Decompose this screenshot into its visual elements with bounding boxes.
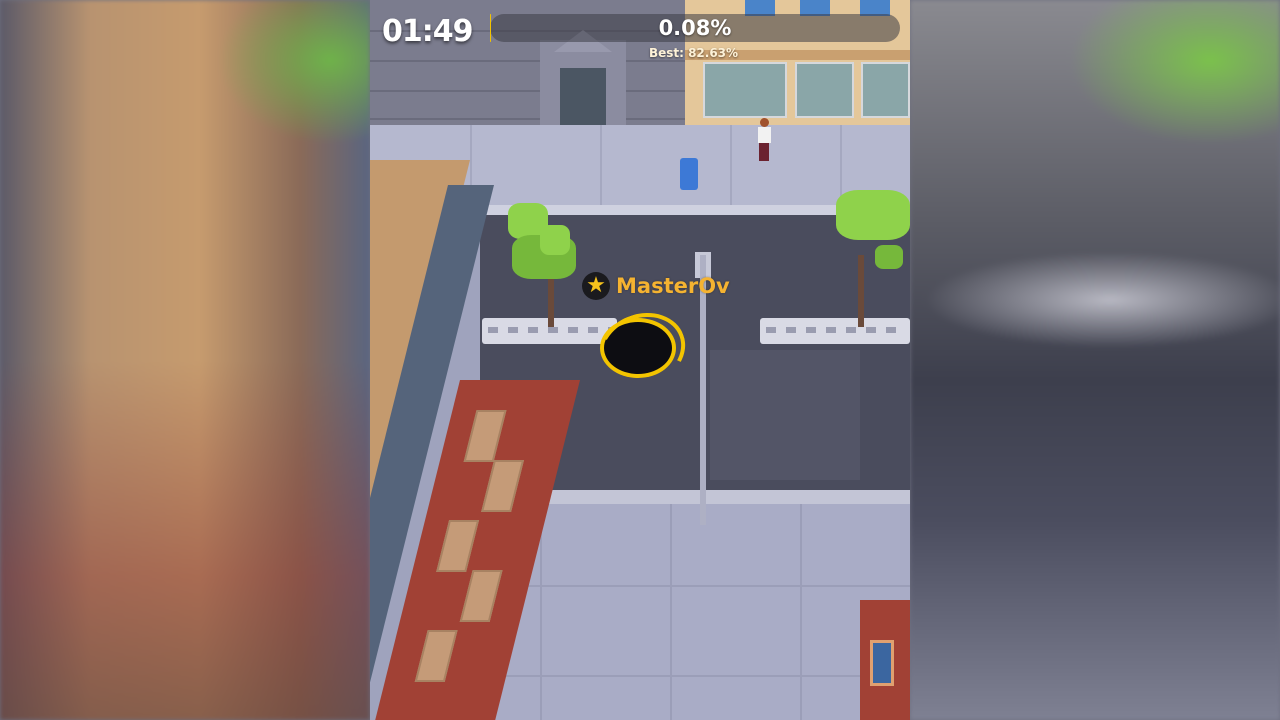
player-nametag: ★ MasterOv [582,272,730,300]
blurred-background-left [0,0,370,720]
game-viewport[interactable]: ★ MasterOv 01:49 0.08% Best: 82.63% [370,0,910,720]
pedestrian [757,118,771,162]
player-name: MasterOv [616,274,730,298]
countdown-timer: 01:49 [382,14,473,49]
mailbox [680,158,698,190]
building-bottom-right [860,600,910,720]
progress-bar: 0.08% [490,14,900,42]
tree-right [830,185,910,335]
progress-percent: 0.08% [658,16,732,40]
blurred-background-right [910,0,1280,720]
tall-building-left [370,160,580,720]
star-icon: ★ [582,272,610,300]
best-score: Best: 82.63% [648,46,739,60]
player-hole[interactable] [588,301,696,399]
